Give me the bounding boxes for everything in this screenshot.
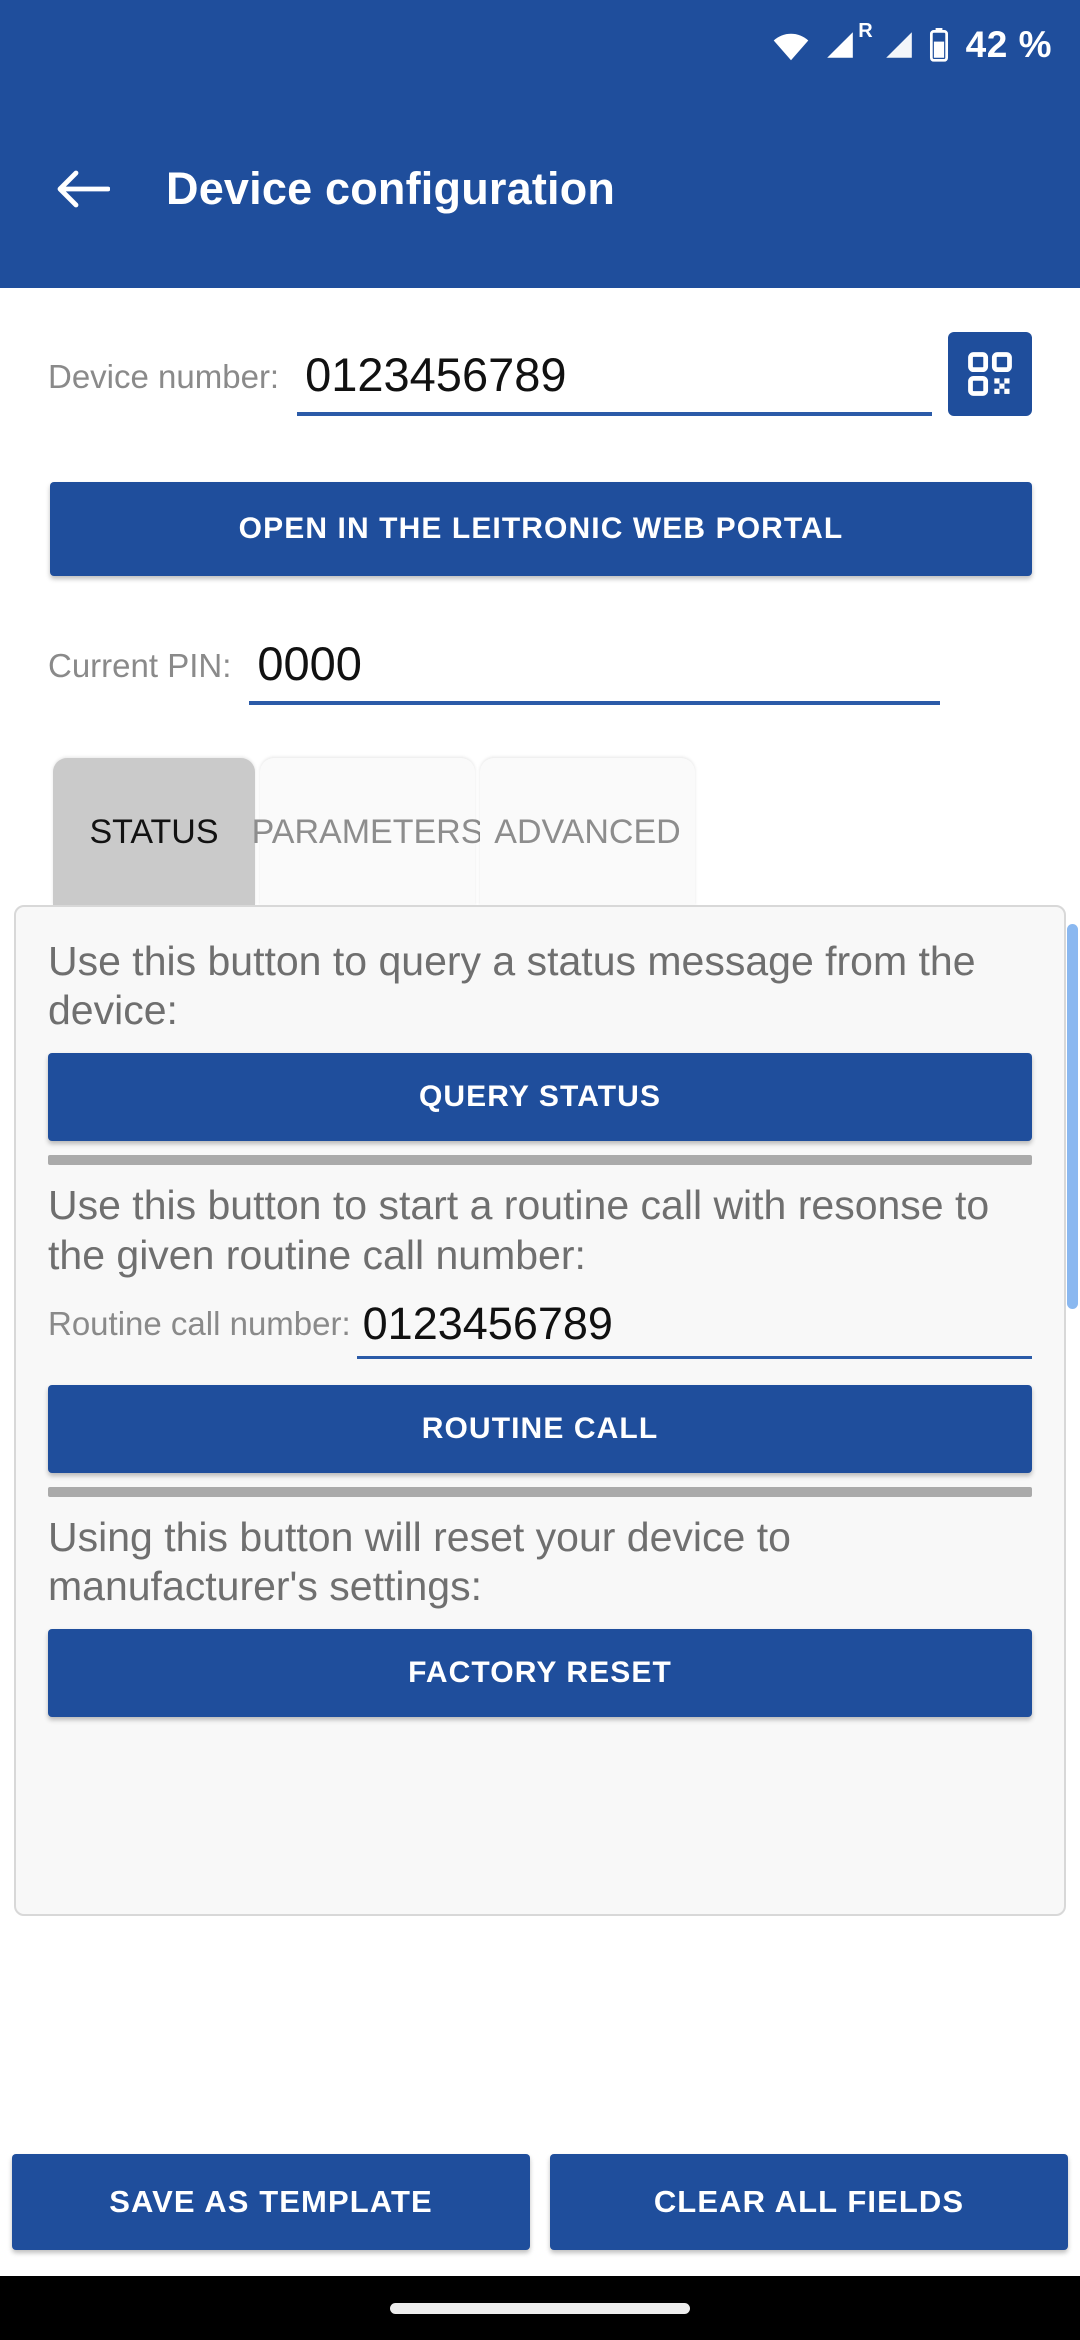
- current-pin-label: Current PIN:: [48, 647, 232, 684]
- page-title: Device configuration: [166, 163, 616, 214]
- save-as-template-button[interactable]: SAVE AS TEMPLATE: [12, 2154, 530, 2250]
- clear-all-fields-button[interactable]: CLEAR ALL FIELDS: [550, 2154, 1068, 2250]
- back-button[interactable]: [44, 151, 120, 227]
- current-pin-row: Current PIN:: [0, 636, 1080, 705]
- signal-icon: [881, 29, 917, 61]
- main-content: Device number: OPEN IN THE LEITRONIC WEB…: [0, 288, 1080, 2128]
- device-number-row: Device number:: [0, 332, 1080, 416]
- battery-icon: [928, 28, 950, 62]
- wifi-icon: [771, 29, 811, 61]
- routine-call-number-input-wrap: [356, 1297, 1032, 1359]
- query-status-help-text: Use this button to query a status messag…: [48, 938, 976, 1034]
- app-bar: R 42 % Device configuration: [0, 0, 1080, 288]
- tab-advanced[interactable]: ADVANCED: [480, 758, 695, 906]
- factory-reset-help-text: Using this button will reset your device…: [48, 1513, 791, 1609]
- divider-2: [48, 1486, 1032, 1497]
- qr-code-icon: [968, 352, 1012, 396]
- routine-call-number-input[interactable]: [356, 1297, 1032, 1352]
- device-number-input[interactable]: [297, 347, 932, 406]
- query-status-button[interactable]: QUERY STATUS: [48, 1053, 1032, 1142]
- tab-bar: STATUS PARAMETERS ADVANCED: [53, 758, 695, 906]
- routine-call-button[interactable]: ROUTINE CALL: [48, 1384, 1032, 1473]
- scan-qr-button[interactable]: [948, 332, 1032, 416]
- tab-parameters-label: PARAMETERS: [251, 812, 484, 851]
- status-bar: R 42 %: [0, 0, 1080, 90]
- battery-percentage: 42 %: [965, 24, 1052, 65]
- device-number-input-wrap: [297, 347, 932, 416]
- bottom-action-bar: SAVE AS TEMPLATE CLEAR ALL FIELDS: [0, 2128, 1080, 2276]
- routine-call-help-text: Use this button to start a routine call …: [48, 1182, 990, 1278]
- current-pin-input-wrap: [249, 636, 940, 705]
- tab-advanced-label: ADVANCED: [494, 812, 681, 851]
- tab-status[interactable]: STATUS: [53, 758, 255, 906]
- status-panel-inner: Use this button to query a status messag…: [16, 907, 1064, 1718]
- status-tab-panel: Use this button to query a status messag…: [14, 905, 1066, 1916]
- factory-reset-button[interactable]: FACTORY RESET: [48, 1629, 1032, 1718]
- back-arrow-icon: [57, 170, 110, 208]
- system-navigation-bar: [0, 2276, 1080, 2340]
- roaming-label: R: [858, 20, 873, 42]
- tab-status-label: STATUS: [89, 812, 219, 851]
- panel-scrollbar-thumb[interactable]: [1067, 924, 1078, 1309]
- divider-1: [48, 1155, 1032, 1166]
- current-pin-input[interactable]: [249, 636, 940, 695]
- device-number-label: Device number:: [48, 358, 280, 395]
- home-gesture-pill[interactable]: [390, 2302, 690, 2314]
- tab-parameters[interactable]: PARAMETERS: [252, 758, 483, 906]
- signal-roaming-icon: R: [822, 20, 873, 61]
- routine-call-number-row: Routine call number:: [48, 1297, 1032, 1359]
- panel-scrollbar-track[interactable]: [1067, 924, 1080, 1604]
- app-bar-row: Device configuration: [0, 90, 1080, 288]
- phone-screen: R 42 % Device configuration Device numbe…: [0, 0, 1080, 2340]
- routine-call-number-label: Routine call number:: [48, 1304, 351, 1342]
- open-web-portal-button[interactable]: OPEN IN THE LEITRONIC WEB PORTAL: [50, 482, 1032, 576]
